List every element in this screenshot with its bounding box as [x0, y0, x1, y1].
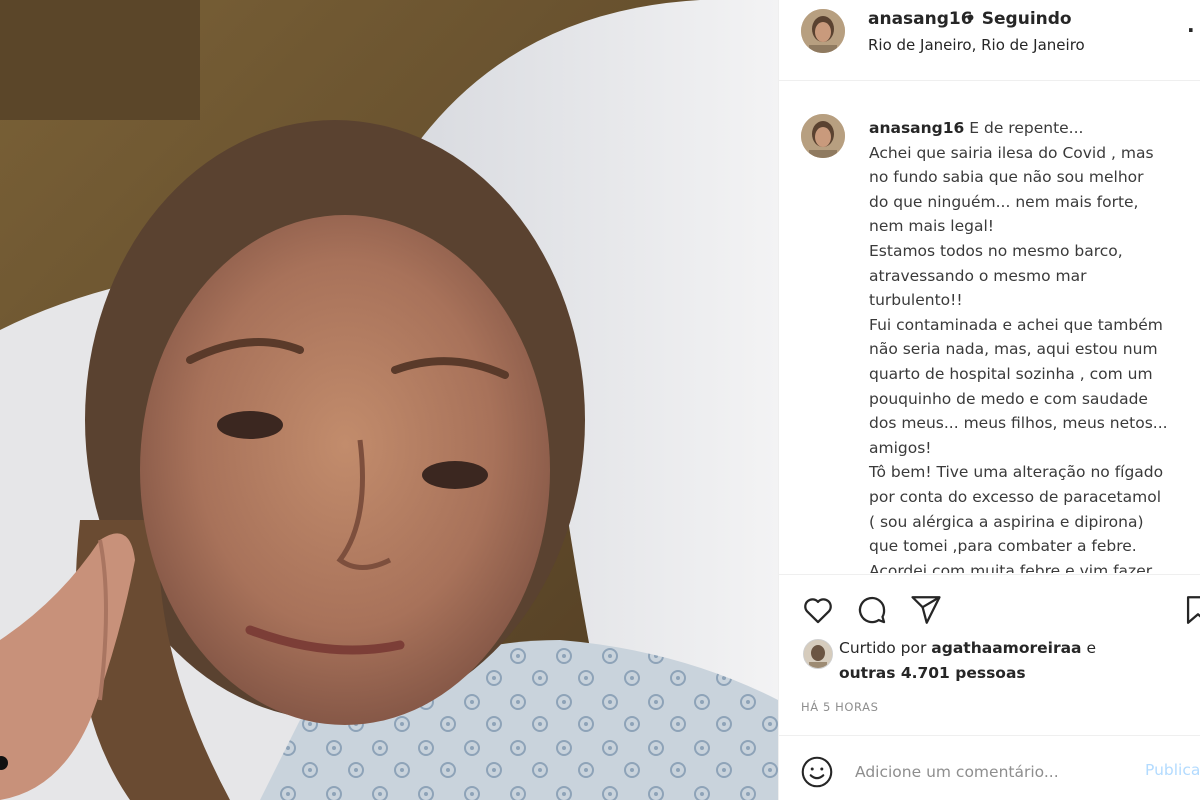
caption-line: dos meus... meus filhos, meus netos...: [869, 414, 1168, 433]
caption-line: que tomei ,para combater a febre.: [869, 537, 1137, 556]
caption-author-avatar[interactable]: [801, 114, 845, 158]
caption-line: Achei que sairia ilesa do Covid , mas: [869, 143, 1154, 162]
post-header: anasang16 • Seguindo Rio de Janeiro, Rio…: [779, 0, 1200, 81]
comment-input[interactable]: [853, 758, 1107, 786]
likes-others[interactable]: outras 4.701 pessoas: [839, 664, 1026, 682]
caption-line: amigos!: [869, 438, 932, 457]
post-actions: Curtido por agathaamoreiraa e outras 4.7…: [779, 574, 1200, 801]
caption-line: Estamos todos no mesmo barco,: [869, 241, 1123, 260]
likes-count[interactable]: outras 4.701 pessoas: [839, 664, 1026, 682]
caption-line: do que ninguém... nem mais forte,: [869, 192, 1139, 211]
author-username[interactable]: anasang16: [868, 9, 973, 29]
heart-icon[interactable]: [801, 593, 835, 627]
caption-line: atravessando o mesmo mar: [869, 266, 1087, 285]
caption-line: turbulento!!: [869, 291, 963, 310]
selfie-image: [0, 0, 778, 800]
caption-line: Fui contaminada e achei que também: [869, 315, 1163, 334]
caption-line: não seria nada, mas, aqui estou num: [869, 340, 1158, 359]
caption-username[interactable]: anasang16: [869, 119, 964, 137]
caption-line: Tô bem! Tive uma alteração no fígado: [869, 463, 1164, 482]
caption-line: quarto de hospital sozinha , com um: [869, 364, 1153, 383]
post-timestamp[interactable]: HÁ 5 HORAS: [801, 700, 879, 714]
more-options-icon[interactable]: ·: [1187, 18, 1195, 42]
comment-icon[interactable]: [855, 593, 889, 627]
caption-line: E de repente...: [969, 119, 1084, 137]
share-icon[interactable]: [909, 593, 943, 627]
caption-first-line: anasang16 E de repente...: [869, 116, 1195, 141]
caption-line: nem mais legal!: [869, 217, 994, 236]
bookmark-icon[interactable]: [1181, 593, 1200, 627]
caption-area: anasang16 E de repente... Achei que sair…: [779, 81, 1200, 573]
post-caption: anasang16 E de repente... Achei que sair…: [869, 116, 1195, 573]
caption-line: no fundo sabia que não sou melhor: [869, 168, 1144, 187]
caption-line: por conta do excesso de paracetamol: [869, 487, 1162, 506]
post-photo[interactable]: [0, 0, 778, 800]
author-avatar[interactable]: [801, 9, 845, 53]
liker-username[interactable]: agathaamoreiraa: [931, 639, 1081, 657]
liker-avatar[interactable]: [803, 639, 833, 669]
caption-line: Acordei com muita febre e vim fazer: [869, 561, 1153, 573]
emoji-icon[interactable]: [799, 754, 835, 790]
likes-summary: Curtido por agathaamoreiraa e: [839, 639, 1096, 657]
likes-conj: e: [1086, 639, 1096, 657]
follow-status[interactable]: • Seguindo: [965, 9, 1072, 29]
comment-bar: Publicar: [779, 735, 1200, 802]
post-location[interactable]: Rio de Janeiro, Rio de Janeiro: [868, 36, 1085, 54]
publish-button[interactable]: Publicar: [1145, 761, 1200, 779]
likes-prefix: Curtido por: [839, 639, 927, 657]
caption-line: pouquinho de medo e com saudade: [869, 389, 1148, 408]
caption-line: ( sou alérgica a aspirina e dipirona): [869, 512, 1144, 531]
post-side-panel: anasang16 • Seguindo Rio de Janeiro, Rio…: [778, 0, 1200, 800]
